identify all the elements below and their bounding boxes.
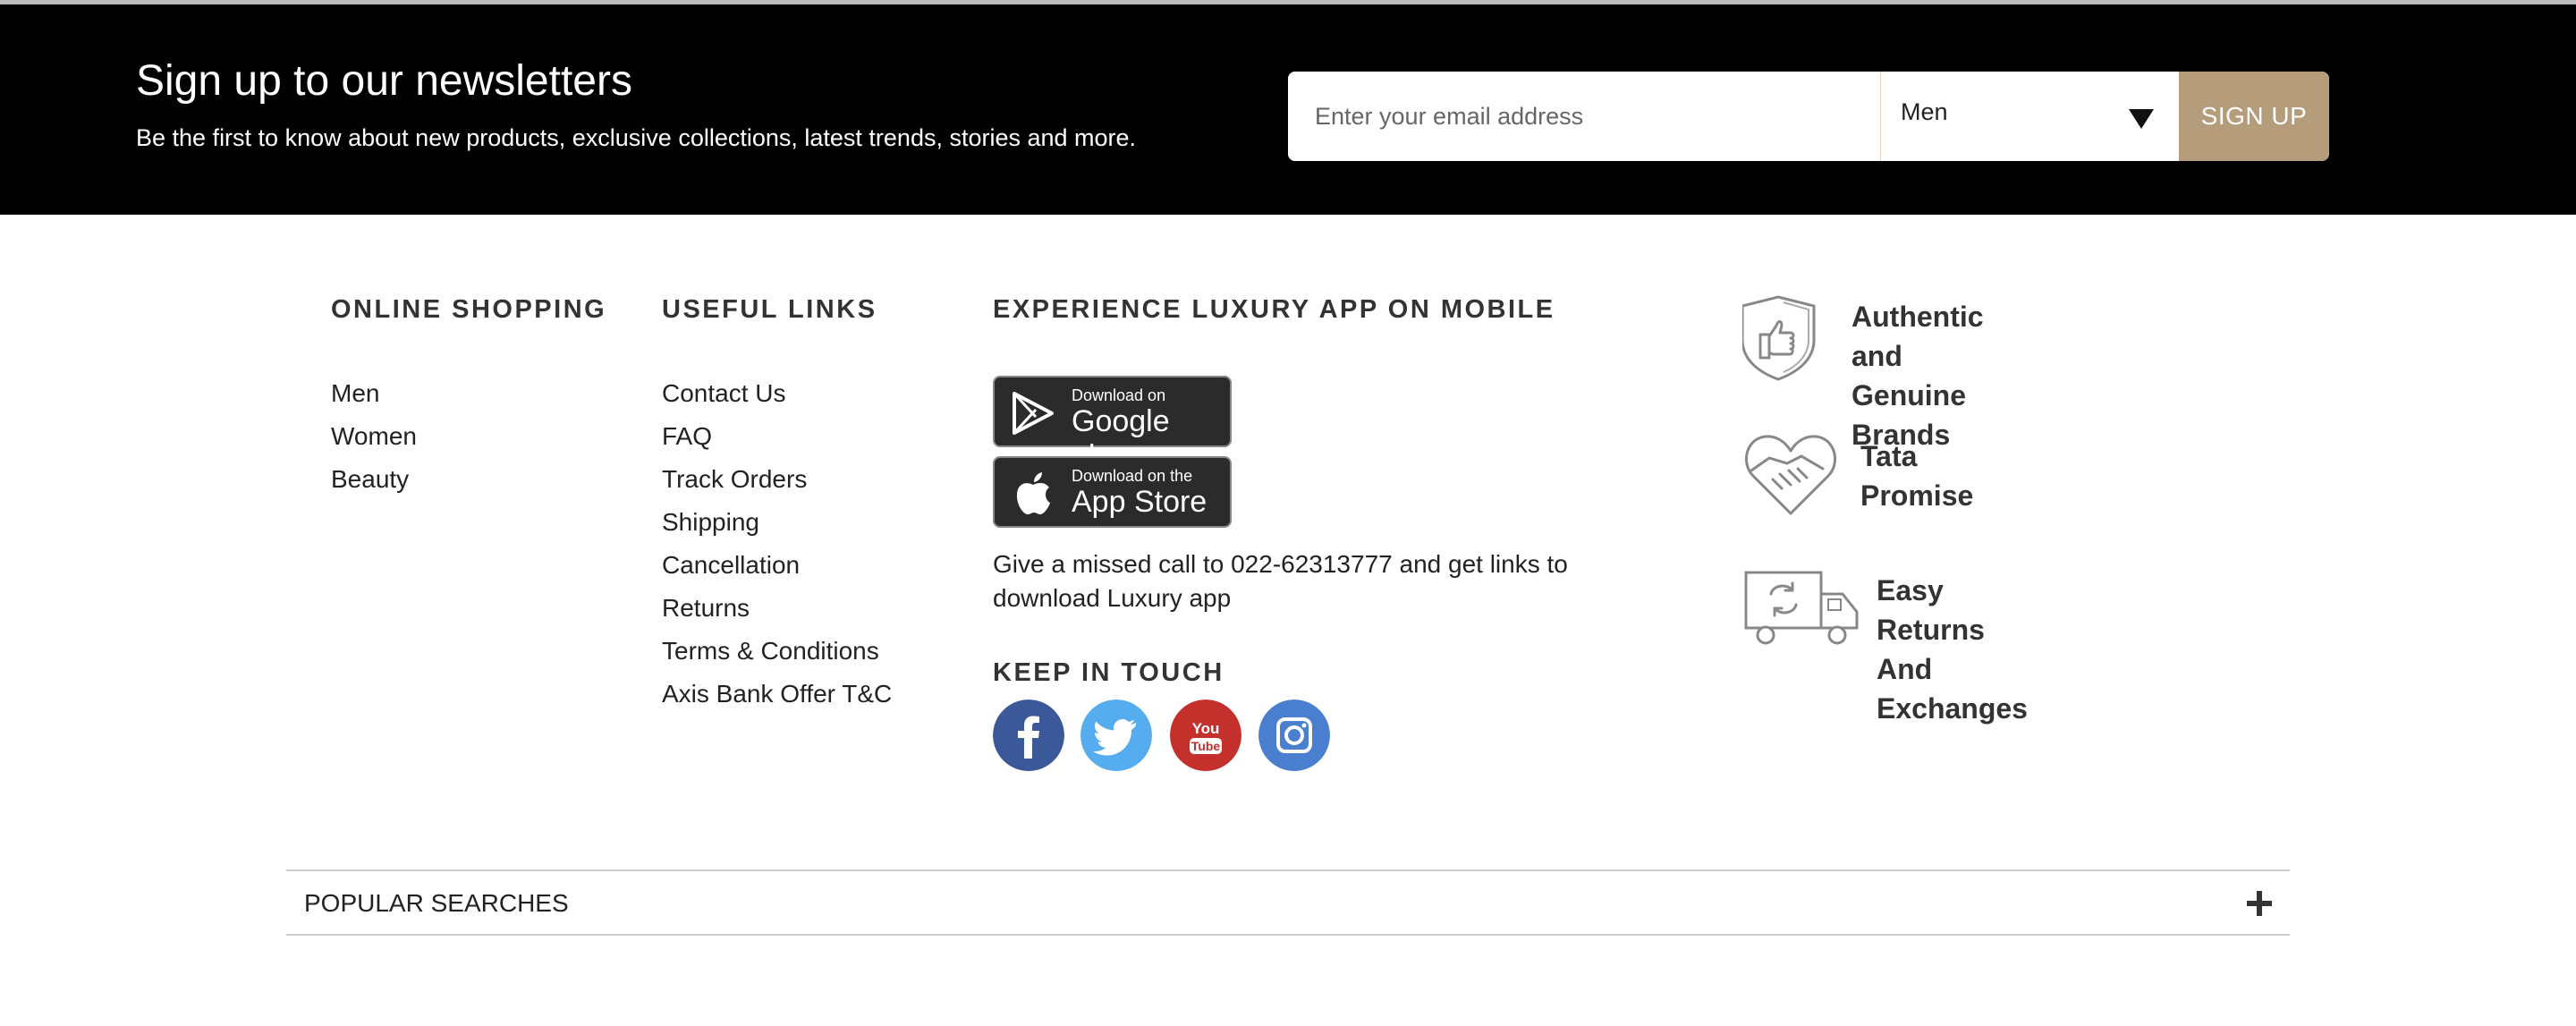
apple-icon	[1016, 472, 1050, 514]
popular-searches-accordion[interactable]: POPULAR SEARCHES	[286, 869, 2290, 936]
gender-select-value: Men	[1901, 98, 1948, 125]
caret-down-icon	[2129, 109, 2154, 129]
newsletter-form: Men SIGN UP	[1288, 72, 2329, 161]
link-contact-us[interactable]: Contact Us	[662, 376, 892, 419]
newsletter-subtitle: Be the first to know about new products,…	[136, 124, 1137, 151]
signup-button[interactable]: SIGN UP	[2179, 72, 2329, 161]
app-store-big-text: App Store	[1072, 485, 1208, 519]
email-input[interactable]	[1288, 72, 1880, 161]
google-play-small-text: Download on	[1072, 386, 1166, 404]
online-shopping-list: Men Women Beauty	[331, 376, 417, 505]
promise-authentic-text: Authentic and Genuine Brands	[1852, 301, 1984, 451]
link-returns[interactable]: Returns	[662, 590, 892, 633]
plus-icon[interactable]	[2247, 891, 2272, 916]
app-heading: EXPERIENCE LUXURY APP ON MOBILE	[993, 295, 1555, 324]
gender-select[interactable]: Men	[1880, 72, 2179, 161]
svg-text:You: You	[1192, 720, 1220, 737]
facebook-icon[interactable]	[993, 700, 1064, 771]
handshake-heart-icon	[1745, 435, 1836, 515]
youtube-icon[interactable]: You Tube	[1170, 700, 1241, 771]
newsletter-title: Sign up to our newsletters	[136, 57, 632, 105]
missed-call-text: Give a missed call to 022-62313777 and g…	[993, 550, 1568, 612]
google-play-badge[interactable]: Download on Google play	[993, 376, 1232, 473]
link-beauty[interactable]: Beauty	[331, 462, 417, 505]
online-shopping-heading: ONLINE SHOPPING	[331, 295, 607, 324]
link-faq[interactable]: FAQ	[662, 419, 892, 462]
promise-tata-text: Tata Promise	[1860, 440, 1974, 512]
app-store-small-text: Download on the	[1072, 467, 1193, 485]
link-women[interactable]: Women	[331, 419, 417, 462]
instagram-icon[interactable]	[1258, 700, 1330, 771]
google-play-icon	[1013, 392, 1054, 435]
shield-thumbs-up-icon	[1742, 295, 1816, 381]
link-shipping[interactable]: Shipping	[662, 505, 892, 547]
delivery-truck-icon	[1744, 571, 1859, 645]
link-track-orders[interactable]: Track Orders	[662, 462, 892, 505]
link-terms[interactable]: Terms & Conditions	[662, 633, 892, 676]
useful-links-list: Contact Us FAQ Track Orders Shipping Can…	[662, 376, 892, 719]
promise-returns-text: Easy Returns And Exchanges	[1877, 574, 2028, 725]
newsletter-section: Sign up to our newsletters Be the first …	[0, 0, 2576, 215]
popular-searches-label: POPULAR SEARCHES	[304, 889, 569, 917]
link-men[interactable]: Men	[331, 376, 417, 419]
twitter-icon[interactable]	[1080, 700, 1152, 771]
link-cancellation[interactable]: Cancellation	[662, 547, 892, 590]
app-store-badge[interactable]: Download on the App Store	[993, 456, 1232, 528]
link-axis-offer[interactable]: Axis Bank Offer T&C	[662, 676, 892, 719]
keep-in-touch-heading: KEEP IN TOUCH	[993, 658, 1224, 687]
svg-text:Tube: Tube	[1191, 739, 1221, 753]
useful-links-heading: USEFUL LINKS	[662, 295, 877, 324]
